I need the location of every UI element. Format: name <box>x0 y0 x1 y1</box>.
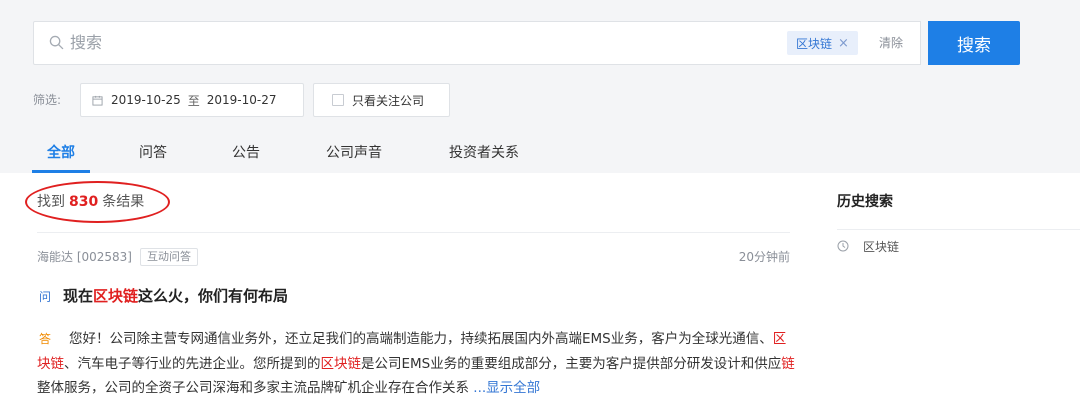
result-source[interactable]: 海能达 [002583] <box>37 249 132 265</box>
history-item-label: 区块链 <box>863 239 900 254</box>
answer-segment: 、汽车电子等行业的先进企业。您所提到的 <box>64 355 321 372</box>
show-all-link[interactable]: ...显示全部 <box>473 380 540 396</box>
tab-company-voice[interactable]: 公司声音 <box>326 140 382 173</box>
date-from: 2019-10-25 <box>111 93 181 107</box>
result-type-badge: 互动问答 <box>140 248 198 266</box>
search-button[interactable]: 搜索 <box>928 21 1020 65</box>
answer-segment: 您好！公司除主营专网通信业务外，还立足我们的高端制造能力，持续拓展国内外高端EM… <box>69 331 773 347</box>
search-input[interactable]: 搜索 区块链 × 清除 <box>33 21 921 65</box>
answer-highlight: 链 <box>781 355 795 372</box>
clear-button[interactable]: 清除 <box>879 35 903 51</box>
answer-segment: 是公司EMS业务的重要组成部分，主要为客户提供部分研发设计和供应 <box>361 355 782 372</box>
close-icon[interactable]: × <box>838 36 849 51</box>
tab-investor-relations[interactable]: 投资者关系 <box>449 140 519 173</box>
answer-text: 您好！公司除主营专网通信业务外，还立足我们的高端制造能力，持续拓展国内外高端EM… <box>37 327 797 401</box>
search-placeholder: 搜索 <box>70 33 103 52</box>
search-tag-label: 区块链 <box>796 36 833 51</box>
filter-label: 筛选: <box>33 93 62 107</box>
answer-highlight: 区块链 <box>320 355 362 372</box>
divider <box>37 232 790 233</box>
search-tag-chip[interactable]: 区块链 × <box>787 31 858 55</box>
result-time: 20分钟前 <box>738 250 790 264</box>
tab-qa[interactable]: 问答 <box>139 140 167 173</box>
clock-icon <box>837 240 849 252</box>
question-title-text: 这么火，你们有何布局 <box>138 287 289 305</box>
question-icon: 问 <box>39 290 52 304</box>
tab-announcements[interactable]: 公告 <box>232 140 260 173</box>
date-range-picker[interactable]: 2019-10-25 至 2019-10-27 <box>80 83 304 117</box>
follow-only-toggle[interactable]: 只看关注公司 <box>313 83 450 117</box>
annotation-circle <box>25 181 170 223</box>
search-icon <box>49 35 64 50</box>
question-title[interactable]: 现在区块链这么火，你们有何布局 <box>63 286 288 307</box>
date-separator: 至 <box>187 93 200 108</box>
calendar-icon <box>92 95 103 106</box>
tab-all[interactable]: 全部 <box>47 140 75 173</box>
date-to: 2019-10-27 <box>206 93 277 107</box>
question-title-text: 现在 <box>63 287 94 305</box>
question-title-highlight: 区块链 <box>93 287 139 305</box>
history-title: 历史搜索 <box>837 194 893 210</box>
checkbox[interactable] <box>332 94 344 106</box>
divider <box>837 229 1080 230</box>
answer-segment: 整体服务，公司的全资子公司深海和多家主流品牌矿机企业存在合作关系 <box>37 380 469 396</box>
follow-only-label: 只看关注公司 <box>352 93 425 108</box>
history-item[interactable]: 区块链 <box>837 236 899 256</box>
